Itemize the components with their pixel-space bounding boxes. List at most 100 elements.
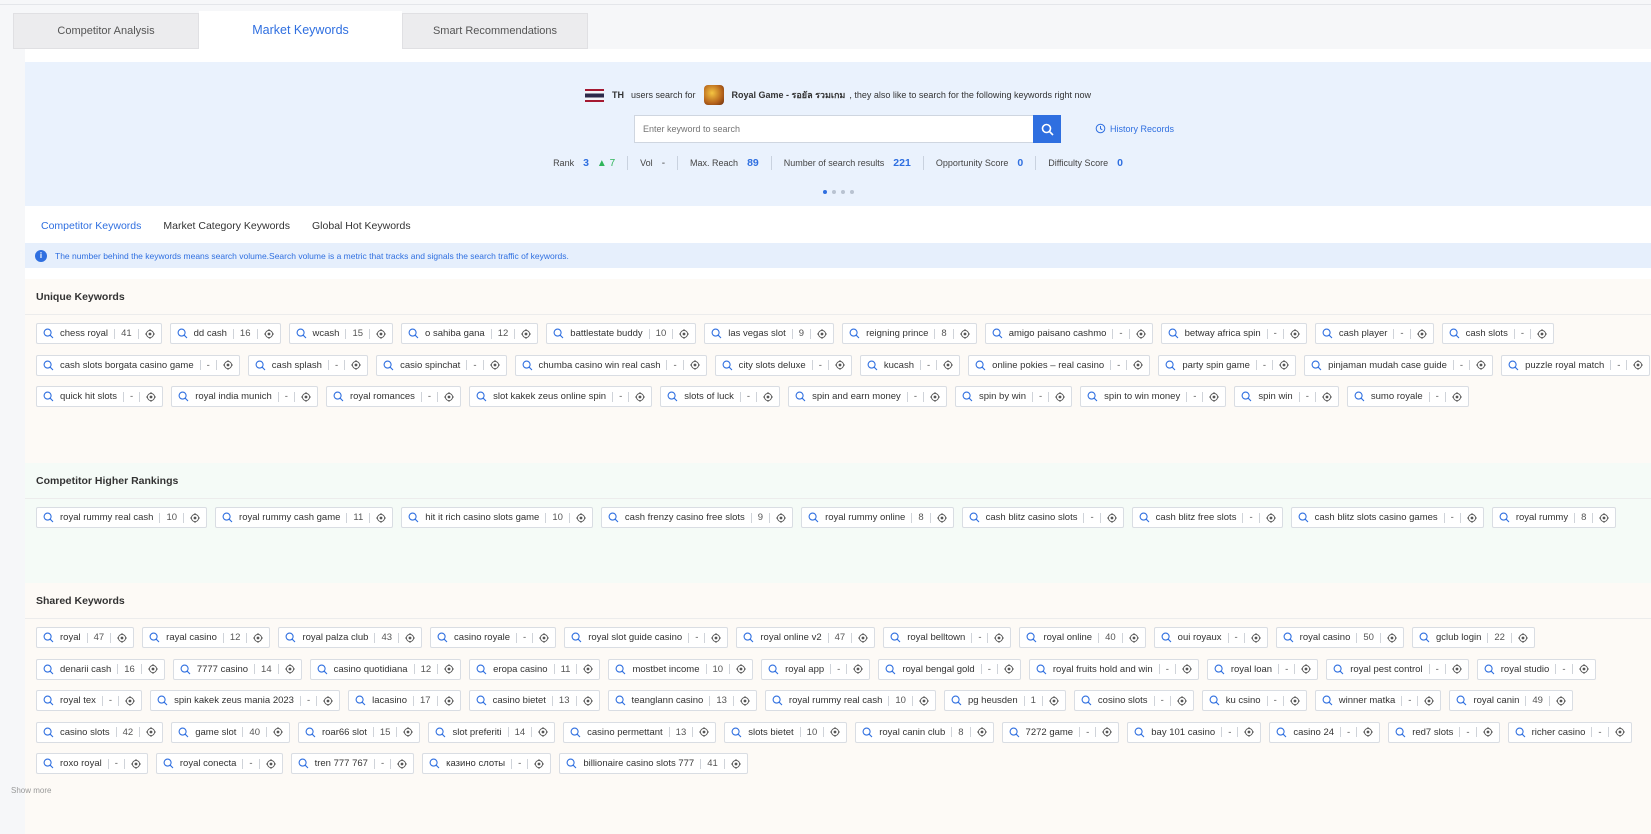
target-icon[interactable]	[1476, 360, 1487, 370]
keyword-chip[interactable]: game slot 40	[171, 721, 290, 743]
target-icon[interactable]	[539, 632, 550, 643]
target-icon[interactable]	[918, 695, 929, 706]
target-icon[interactable]	[830, 727, 841, 737]
target-icon[interactable]	[858, 632, 869, 643]
target-icon[interactable]	[1244, 727, 1255, 737]
keyword-chip[interactable]: rayal casino 12	[142, 627, 271, 648]
keyword-chip[interactable]: royal rummy 8	[1491, 507, 1617, 528]
tab-global-hot-keywords[interactable]: Global Hot Keywords	[306, 206, 417, 246]
keyword-chip[interactable]: royal app -	[761, 658, 871, 680]
keyword-chip[interactable]: eropa casino 11	[469, 658, 601, 680]
target-icon[interactable]	[323, 695, 334, 706]
tab-market-keywords[interactable]: Market Keywords	[199, 11, 402, 49]
target-icon[interactable]	[376, 328, 387, 339]
keyword-chip[interactable]: chumba casino win real cash -	[514, 354, 707, 376]
target-icon[interactable]	[1517, 632, 1528, 643]
keyword-chip[interactable]: cash slots -	[1441, 323, 1554, 344]
keyword-chip[interactable]: cosino slots -	[1073, 690, 1194, 711]
keyword-chip[interactable]: cash frenzy casino free slots 9	[600, 507, 794, 528]
target-icon[interactable]	[1633, 360, 1644, 370]
target-icon[interactable]	[397, 758, 408, 769]
keyword-chip[interactable]: spin and earn money -	[788, 386, 947, 407]
keyword-chip[interactable]: cash player -	[1314, 323, 1434, 344]
keyword-chip[interactable]: city slots deluxe -	[714, 354, 852, 376]
keyword-chip[interactable]: hit it rich casino slots game 10	[401, 507, 593, 528]
target-icon[interactable]	[117, 632, 128, 643]
target-icon[interactable]	[689, 360, 700, 370]
target-icon[interactable]	[736, 664, 747, 674]
target-icon[interactable]	[1301, 664, 1312, 674]
target-icon[interactable]	[1416, 328, 1427, 339]
target-icon[interactable]	[1555, 695, 1566, 706]
target-icon[interactable]	[405, 632, 416, 643]
keyword-chip[interactable]: royal bengal gold -	[878, 658, 1021, 680]
target-icon[interactable]	[936, 512, 947, 523]
keyword-chip[interactable]: royal online v2 47	[736, 627, 876, 648]
keyword-chip[interactable]: denarii cash 16	[36, 658, 165, 680]
keyword-chip[interactable]: royal india munich -	[171, 386, 318, 407]
keyword-chip[interactable]: spin win -	[1234, 386, 1339, 407]
keyword-chip[interactable]: cash slots borgata casino game -	[36, 354, 240, 376]
keyword-chip[interactable]: lacasino 17	[348, 690, 461, 711]
target-icon[interactable]	[1133, 360, 1144, 370]
target-icon[interactable]	[1578, 664, 1589, 674]
target-icon[interactable]	[699, 727, 710, 737]
keyword-chip[interactable]: gclub login 22	[1411, 627, 1535, 648]
target-icon[interactable]	[739, 695, 750, 706]
target-icon[interactable]	[265, 758, 276, 769]
tab-competitor-keywords[interactable]: Competitor Keywords	[35, 206, 148, 247]
target-icon[interactable]	[1250, 632, 1261, 643]
keyword-chip[interactable]: o sahiba gana 12	[401, 323, 539, 344]
target-icon[interactable]	[1048, 695, 1059, 706]
target-icon[interactable]	[976, 727, 987, 737]
keyword-chip[interactable]: slots of luck -	[660, 386, 781, 407]
keyword-chip[interactable]: roxo royal -	[36, 753, 148, 774]
target-icon[interactable]	[444, 391, 455, 402]
target-icon[interactable]	[583, 664, 594, 674]
target-icon[interactable]	[1537, 328, 1547, 339]
target-icon[interactable]	[943, 360, 954, 370]
target-icon[interactable]	[253, 632, 264, 643]
keyword-chip[interactable]: puzzle royal match -	[1501, 354, 1651, 376]
target-icon[interactable]	[222, 360, 233, 370]
target-icon[interactable]	[1482, 727, 1493, 737]
keyword-chip[interactable]: kucash -	[859, 354, 961, 376]
target-icon[interactable]	[284, 664, 295, 674]
target-icon[interactable]	[130, 758, 141, 769]
keyword-chip[interactable]: slot kakek zeus online spin -	[469, 386, 653, 407]
keyword-chip[interactable]: cash blitz casino slots -	[961, 507, 1124, 528]
target-icon[interactable]	[1424, 695, 1435, 706]
keyword-chip[interactable]: spin kakek zeus mania 2023 -	[150, 690, 341, 711]
keyword-chip[interactable]: battlestate buddy 10	[546, 323, 697, 344]
target-icon[interactable]	[272, 727, 283, 737]
keyword-chip[interactable]: cash blitz free slots -	[1131, 507, 1283, 528]
keyword-chip[interactable]: royal online 40	[1019, 627, 1146, 648]
keyword-chip[interactable]: slots bietet 10	[724, 721, 848, 743]
keyword-chip[interactable]: royal 47	[36, 627, 135, 648]
target-icon[interactable]	[444, 664, 455, 674]
target-icon[interactable]	[190, 512, 201, 523]
keyword-chip[interactable]: wcash 15	[288, 323, 394, 344]
keyword-chip[interactable]: royal tex -	[36, 690, 143, 711]
keyword-chip[interactable]: royal rummy online 8	[801, 507, 954, 528]
tab-competitor-analysis[interactable]: Competitor Analysis	[13, 13, 199, 49]
keyword-chip[interactable]: cash splash -	[247, 354, 369, 376]
keyword-chip[interactable]: slot preferiti 14	[428, 721, 556, 743]
keyword-chip[interactable]: royal pest control -	[1326, 658, 1469, 680]
keyword-chip[interactable]: teanglann casino 13	[607, 690, 757, 711]
keyword-chip[interactable]: royal conecta -	[155, 753, 283, 774]
target-icon[interactable]	[776, 512, 787, 523]
keyword-chip[interactable]: billionaire casino slots 777 41	[559, 753, 748, 774]
target-icon[interactable]	[376, 512, 387, 523]
target-icon[interactable]	[300, 391, 311, 402]
keyword-chip[interactable]: las vegas slot 9	[704, 323, 835, 344]
target-icon[interactable]	[1451, 391, 1462, 402]
target-icon[interactable]	[959, 328, 970, 339]
target-icon[interactable]	[403, 727, 414, 737]
carousel-dot[interactable]	[822, 190, 827, 194]
target-icon[interactable]	[1386, 632, 1397, 643]
keyword-chip[interactable]: online pokies – real casino -	[968, 354, 1151, 376]
target-icon[interactable]	[538, 727, 549, 737]
target-icon[interactable]	[263, 328, 274, 339]
target-icon[interactable]	[994, 632, 1005, 643]
